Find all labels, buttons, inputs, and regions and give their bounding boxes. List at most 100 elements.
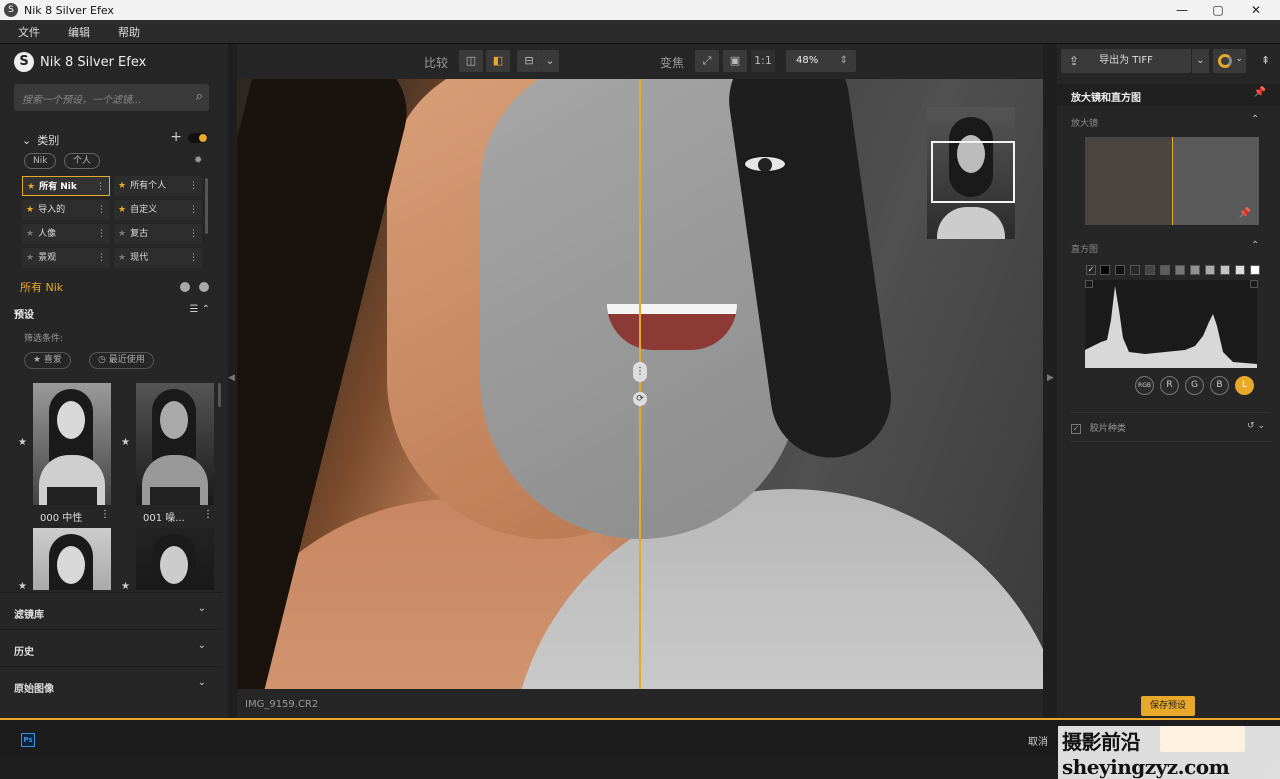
zone-swatch[interactable] bbox=[1250, 265, 1260, 275]
film-type-checkbox[interactable]: ✓ bbox=[1071, 423, 1081, 434]
swap-sides-icon[interactable]: ⟳ bbox=[633, 392, 647, 406]
reset-chevron-icon[interactable]: ↺ ⌄ bbox=[1247, 421, 1265, 431]
chevron-up-icon[interactable]: ⌃ bbox=[1251, 114, 1259, 125]
category-imported[interactable]: ★ 导入的 ⋮ bbox=[22, 200, 110, 220]
category-modern[interactable]: ★ 现代 ⋮ bbox=[114, 248, 202, 268]
cancel-button[interactable]: 取消 bbox=[1028, 733, 1048, 748]
channel-l-button[interactable]: L bbox=[1235, 376, 1254, 395]
category-all-personal[interactable]: ★ 所有个人 ⋮ bbox=[114, 176, 202, 196]
more-icon[interactable]: ⋮ bbox=[189, 176, 198, 196]
preset-more-icon[interactable]: ⋮ bbox=[203, 509, 213, 520]
search-icon[interactable]: ⌕ bbox=[196, 89, 203, 104]
favorite-star-icon[interactable]: ★ bbox=[18, 581, 27, 592]
pin-icon[interactable]: 📌 bbox=[1254, 87, 1266, 98]
chevron-down-icon[interactable]: ⌄ bbox=[22, 134, 31, 147]
accordion-history[interactable]: 历史 ⌄ bbox=[0, 629, 222, 666]
menu-help[interactable]: 帮助 bbox=[118, 24, 140, 40]
zone-swatch[interactable] bbox=[1130, 265, 1140, 275]
preset-thumbnail[interactable] bbox=[136, 383, 214, 505]
tone-ring-button[interactable]: ⌄ bbox=[1213, 49, 1246, 73]
category-custom[interactable]: ★ 自定义 ⋮ bbox=[114, 200, 202, 220]
film-type-row[interactable]: ✓ 胶片种类 ↺ ⌄ bbox=[1071, 412, 1271, 442]
category-portrait[interactable]: ★ 人像 ⋮ bbox=[22, 224, 110, 244]
preset-scrollbar[interactable] bbox=[218, 383, 221, 407]
category-landscape[interactable]: ★ 景观 ⋮ bbox=[22, 248, 110, 268]
favorite-star-icon[interactable]: ★ bbox=[121, 437, 130, 448]
export-dropdown-icon[interactable]: ⌄ bbox=[1192, 49, 1209, 73]
zone-swatch[interactable] bbox=[1145, 265, 1155, 275]
highlight-clip-toggle[interactable] bbox=[1250, 280, 1258, 288]
settings-gear-icon[interactable]: ✹ bbox=[194, 155, 202, 166]
next-icon[interactable] bbox=[199, 282, 209, 292]
maximize-button[interactable]: ▢ bbox=[1198, 0, 1238, 20]
add-category-icon[interactable]: + bbox=[170, 129, 182, 145]
collapse-up-icon[interactable]: ⇞ bbox=[1261, 54, 1270, 67]
compare-split-icon[interactable]: ◧ bbox=[486, 50, 510, 72]
category-scrollbar[interactable] bbox=[205, 178, 208, 234]
chevron-down-icon[interactable]: ⌄ bbox=[198, 603, 206, 614]
zone-swatch[interactable] bbox=[1115, 265, 1125, 275]
category-all-nik[interactable]: ★ 所有 Nik ⋮ bbox=[22, 176, 110, 196]
categories-toggle[interactable] bbox=[188, 133, 208, 143]
channel-rgb-button[interactable]: RGB bbox=[1135, 376, 1154, 395]
compare-stack-icon[interactable]: ⊟ bbox=[517, 50, 541, 72]
pill-personal[interactable]: 个人 bbox=[64, 153, 101, 169]
more-icon[interactable]: ⋮ bbox=[97, 224, 106, 244]
preset-thumbnail[interactable] bbox=[33, 383, 111, 505]
menu-file[interactable]: 文件 bbox=[18, 24, 40, 40]
zone-swatch[interactable] bbox=[1205, 265, 1215, 275]
favorite-star-icon[interactable]: ★ bbox=[121, 581, 130, 592]
channel-b-button[interactable]: B bbox=[1210, 376, 1229, 395]
histogram-header[interactable]: 直方图 ⌃ bbox=[1071, 240, 1259, 255]
channel-r-button[interactable]: R bbox=[1160, 376, 1179, 395]
presets-header[interactable]: 预设 ☰ ⌃ bbox=[14, 304, 214, 321]
category-vintage[interactable]: ★ 复古 ⋮ bbox=[114, 224, 202, 244]
zone-swatch[interactable] bbox=[1190, 265, 1200, 275]
zone-swatch[interactable] bbox=[1220, 265, 1230, 275]
fill-screen-icon[interactable]: ▣ bbox=[723, 50, 747, 72]
zone-swatch[interactable] bbox=[1100, 265, 1110, 275]
more-icon[interactable]: ⋮ bbox=[189, 224, 198, 244]
more-icon[interactable]: ⋮ bbox=[96, 177, 105, 197]
preset-search-input[interactable]: 搜索一个预设，一个滤镜... ⌕ bbox=[14, 84, 209, 111]
navigator-viewport[interactable] bbox=[931, 141, 1015, 203]
close-window-button[interactable]: ✕ bbox=[1236, 0, 1276, 20]
filter-favorites-button[interactable]: ★ 喜爱 bbox=[24, 352, 71, 369]
clipping-checkbox[interactable]: ✓ bbox=[1086, 265, 1096, 275]
chevron-up-icon[interactable]: ⌃ bbox=[1251, 240, 1259, 251]
channel-g-button[interactable]: G bbox=[1185, 376, 1204, 395]
collapse-left-icon[interactable]: ◀ bbox=[228, 373, 235, 383]
more-icon[interactable]: ⋮ bbox=[189, 248, 198, 268]
pin-icon[interactable]: 📌 bbox=[1239, 208, 1251, 219]
compare-side-by-side-icon[interactable]: ◫ bbox=[459, 50, 483, 72]
navigator-thumbnail[interactable] bbox=[927, 107, 1015, 239]
preset-thumbnail[interactable] bbox=[136, 528, 214, 590]
favorite-star-icon[interactable]: ★ bbox=[18, 437, 27, 448]
shadow-clip-toggle[interactable] bbox=[1085, 280, 1093, 288]
preset-more-icon[interactable]: ⋮ bbox=[100, 509, 110, 520]
zoom-select[interactable]: 48% ⇕ bbox=[786, 50, 856, 72]
image-canvas[interactable]: ⋮ ⟳ bbox=[237, 79, 1043, 689]
more-icon[interactable]: ⋮ bbox=[189, 200, 198, 220]
one-to-one-button[interactable]: 1:1 bbox=[751, 50, 775, 72]
compare-dropdown-icon[interactable]: ⌄ bbox=[541, 50, 559, 72]
categories-header[interactable]: ⌄ 类别 + bbox=[22, 129, 212, 148]
more-icon[interactable]: ⋮ bbox=[97, 200, 106, 220]
export-button[interactable]: ⇪ 导出为 TIFF bbox=[1061, 49, 1191, 73]
chevron-down-icon[interactable]: ⌄ bbox=[198, 677, 206, 688]
menu-edit[interactable]: 编辑 bbox=[68, 24, 90, 40]
fit-screen-icon[interactable]: ⤢ bbox=[695, 50, 719, 72]
zone-swatch[interactable] bbox=[1235, 265, 1245, 275]
collapse-right-icon[interactable]: ▶ bbox=[1047, 373, 1054, 383]
loupe-header[interactable]: 放大镜 ⌃ bbox=[1071, 114, 1259, 129]
filter-recent-button[interactable]: ◷ 最近使用 bbox=[89, 352, 154, 369]
chevron-down-icon[interactable]: ⌄ bbox=[198, 640, 206, 651]
split-divider[interactable] bbox=[639, 79, 641, 689]
preset-thumbnail[interactable] bbox=[33, 528, 111, 590]
accordion-original-image[interactable]: 原始图像 ⌄ bbox=[0, 666, 222, 703]
pill-nik[interactable]: Nik bbox=[24, 153, 57, 169]
divider-handle-icon[interactable]: ⋮ bbox=[633, 362, 647, 382]
zone-swatch[interactable] bbox=[1175, 265, 1185, 275]
zone-swatch[interactable] bbox=[1160, 265, 1170, 275]
prev-icon[interactable] bbox=[180, 282, 190, 292]
